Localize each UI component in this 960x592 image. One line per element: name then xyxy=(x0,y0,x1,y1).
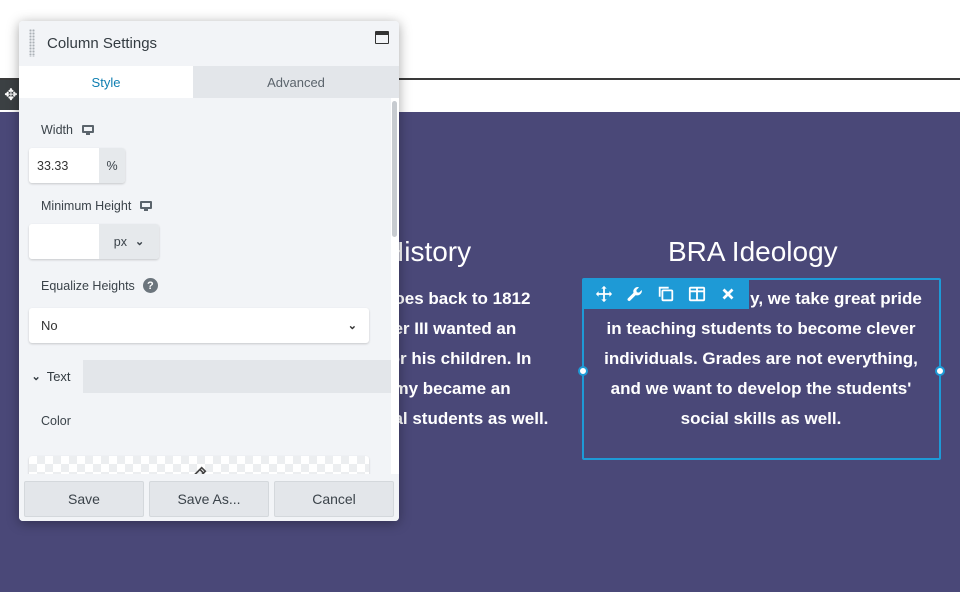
panel-tabs: Style Advanced xyxy=(19,66,399,98)
panel-header[interactable]: Column Settings xyxy=(19,21,399,66)
panel-footer: Save Save As... Cancel xyxy=(19,474,399,521)
column-settings-panel: Column Settings Style Advanced Width % M… xyxy=(19,21,399,521)
monitor-icon[interactable] xyxy=(81,124,95,136)
save-as-button[interactable]: Save As... xyxy=(149,481,269,517)
width-unit: % xyxy=(99,148,125,183)
width-label: Width xyxy=(41,123,95,137)
color-label-text: Color xyxy=(41,414,71,428)
text-section-label: Text xyxy=(46,369,71,384)
min-height-label: Minimum Height xyxy=(41,199,153,213)
chevron-down-icon: ⌄ xyxy=(31,371,41,383)
text-section-bar: ⌄ Text xyxy=(19,360,391,393)
panel-scrollbar[interactable] xyxy=(392,101,397,237)
chevron-down-icon: ⌄ xyxy=(347,320,357,332)
equalize-label: Equalize Heights ? xyxy=(41,278,158,293)
width-input-group: % xyxy=(29,148,125,183)
ideology-heading: BRA Ideology xyxy=(668,236,838,267)
save-button[interactable]: Save xyxy=(24,481,144,517)
move-icon[interactable] xyxy=(592,282,616,306)
min-height-input[interactable] xyxy=(29,224,99,259)
width-label-text: Width xyxy=(41,123,73,137)
history-line: for his children. In xyxy=(384,349,532,368)
panel-body: Width % Minimum Height px ⌄ Equalize Hei… xyxy=(19,98,391,489)
min-height-unit: px xyxy=(113,234,127,249)
min-height-input-group: px ⌄ xyxy=(29,224,159,259)
history-line: ver III wanted an xyxy=(384,319,517,338)
duplicate-icon[interactable] xyxy=(654,282,678,306)
column-resize-handle-left[interactable] xyxy=(578,366,588,376)
tab-style[interactable]: Style xyxy=(19,66,193,98)
equalize-value: No xyxy=(41,318,58,333)
maximize-icon[interactable] xyxy=(375,31,389,44)
history-line: emy became an xyxy=(384,379,511,398)
history-text: goes back to 1812 ver III wanted an for … xyxy=(384,284,574,434)
panel-title: Column Settings xyxy=(47,35,158,52)
equalize-label-text: Equalize Heights xyxy=(41,278,135,293)
columns-icon[interactable] xyxy=(685,282,709,306)
history-heading: History xyxy=(384,236,472,267)
text-section-toggle[interactable]: ⌄ Text xyxy=(19,360,83,393)
min-height-label-text: Minimum Height xyxy=(41,199,132,213)
help-icon[interactable]: ? xyxy=(142,278,158,293)
column-toolbar xyxy=(583,279,749,309)
close-icon[interactable] xyxy=(716,282,740,306)
cancel-button[interactable]: Cancel xyxy=(274,481,394,517)
tab-advanced[interactable]: Advanced xyxy=(193,66,399,98)
color-label: Color xyxy=(41,414,71,428)
min-height-unit-select[interactable]: px ⌄ xyxy=(99,224,159,259)
monitor-icon[interactable] xyxy=(139,200,153,212)
chevron-down-icon: ⌄ xyxy=(134,236,145,248)
history-line: val students as well. xyxy=(384,409,549,428)
drag-grip-icon[interactable] xyxy=(29,29,35,57)
history-line: goes back to 1812 xyxy=(384,289,531,308)
column-resize-handle-right[interactable] xyxy=(935,366,945,376)
wrench-icon[interactable] xyxy=(623,282,647,306)
width-input[interactable] xyxy=(29,148,99,183)
equalize-heights-select[interactable]: No ⌄ xyxy=(29,308,369,343)
